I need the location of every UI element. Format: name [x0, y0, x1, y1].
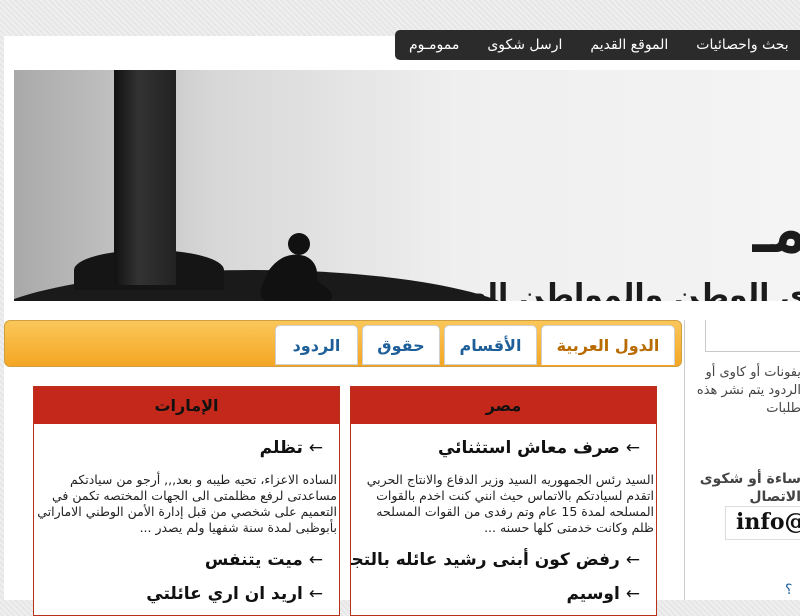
entry-title-link[interactable]: ← رفض كون أبنى رشيد عائله بالتجنيد	[351, 536, 656, 570]
banner-title: مومـ	[753, 192, 800, 267]
arrow-left-icon: ←	[625, 550, 640, 570]
header-banner: مومـ وي الوطن والمواطن العربي	[14, 70, 800, 301]
banner-subtitle: وي الوطن والمواطن العربي	[446, 278, 800, 301]
arrow-left-icon: ←	[625, 438, 640, 458]
entry-title-link[interactable]: ← صرف معاش استثنائي	[351, 424, 656, 458]
entry-title-text: تظلم	[259, 438, 303, 458]
entry-title-text: اوسيم	[566, 584, 620, 604]
nav-item-old-site[interactable]: الموقع القديم	[576, 37, 682, 53]
list-item: ← صرف معاش استثنائي السيد رئس الجمهوريه …	[351, 424, 656, 536]
arrow-left-icon: ←	[625, 584, 640, 604]
right-sidebar: ع يفونات أو كاوى أو الردود يتم نشر هذه ط…	[684, 320, 800, 600]
entry-title-text: ميت يتنفس	[204, 550, 303, 570]
sidebar-more-link[interactable]: ؟	[785, 582, 792, 598]
category-tabs-bar: الدول العربية الأقسام حقوق الردود	[4, 320, 682, 367]
top-navigation: ممومـوم ارسل شكوى الموقع القديم بحث واحص…	[395, 30, 800, 60]
entry-excerpt: الساده الاعزاء، تحيه طيبه و بعد,,, أرجو …	[37, 472, 337, 535]
sidebar-info-text: يفونات أو كاوى أو الردود يتم نشر هذه طلب…	[696, 365, 800, 416]
nav-item-send-complaint[interactable]: ارسل شكوى	[473, 37, 576, 53]
banner-tree-trunk	[114, 70, 176, 285]
list-item: ← اريد ان اري عائلتي	[34, 570, 339, 604]
entry-title-link[interactable]: ← تظلم	[34, 424, 339, 458]
tab-replies[interactable]: الردود	[275, 325, 358, 365]
sidebar-search-input[interactable]: ع	[705, 320, 800, 352]
panel-header-uae: الإمارات	[34, 387, 339, 424]
entry-title-link[interactable]: ← ميت يتنفس	[34, 536, 339, 570]
entry-title-text: صرف معاش استثنائي	[437, 438, 620, 458]
sidebar-email-link[interactable]: info@	[725, 506, 800, 540]
list-item: ← رفض كون أبنى رشيد عائله بالتجنيد	[351, 536, 656, 570]
list-item: ← تظلم الساده الاعزاء، تحيه طيبه و بعد,,…	[34, 424, 339, 536]
arrow-left-icon: ←	[308, 438, 323, 458]
panel-uae: الإمارات ← تظلم الساده الاعزاء، تحيه طيب…	[33, 386, 340, 616]
tab-rights[interactable]: حقوق	[362, 325, 440, 365]
nav-item-home[interactable]: ممومـوم	[395, 37, 473, 53]
sitting-person-icon	[260, 233, 332, 301]
entry-excerpt: السيد رئس الجمهوريه السيد وزير الدفاع وا…	[366, 472, 654, 535]
tab-arab-countries[interactable]: الدول العربية	[541, 325, 675, 365]
tab-sections[interactable]: الأقسام	[444, 325, 537, 365]
panel-egypt: مصر ← صرف معاش استثنائي السيد رئس الجمهو…	[350, 386, 657, 616]
entry-title-text: رفض كون أبنى رشيد عائله بالتجنيد	[350, 550, 620, 570]
entry-title-link[interactable]: ← اريد ان اري عائلتي	[34, 570, 339, 604]
entry-title-text: اريد ان اري عائلتي	[146, 584, 303, 604]
nav-item-search-stats[interactable]: بحث واحصائيات	[682, 37, 800, 53]
arrow-left-icon: ←	[308, 550, 323, 570]
sidebar-contact-text: ساءة أو شكوى الاتصال	[699, 471, 800, 505]
entry-title-link[interactable]: ← اوسيم	[351, 570, 656, 604]
panel-header-egypt: مصر	[351, 387, 656, 424]
list-item: ← اوسيم	[351, 570, 656, 604]
list-item: ← ميت يتنفس	[34, 536, 339, 570]
arrow-left-icon: ←	[308, 584, 323, 604]
